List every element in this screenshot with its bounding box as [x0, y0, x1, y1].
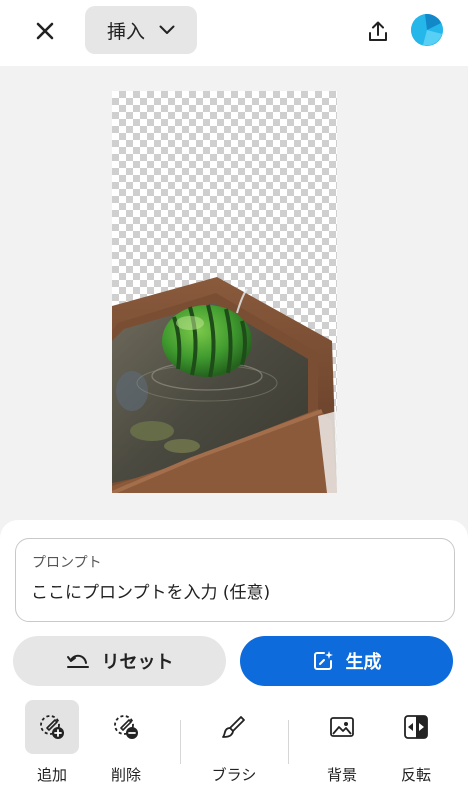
- prompt-input[interactable]: [31, 579, 436, 607]
- bottom-panel: プロンプト リセット 生成 追加: [0, 520, 468, 800]
- image-icon: [330, 717, 354, 737]
- tool-brush-label: ブラシ: [211, 766, 257, 784]
- sparkle-generate-icon: [313, 651, 333, 670]
- brush-icon: [222, 716, 245, 738]
- brush-remove-icon: [114, 715, 138, 739]
- chevron-down-icon: [159, 25, 175, 34]
- toolbar-divider: [288, 720, 289, 764]
- share-icon: [369, 21, 387, 41]
- avatar[interactable]: [411, 14, 443, 46]
- tool-background[interactable]: 背景: [314, 700, 370, 786]
- tool-invert-label: 反転: [400, 766, 431, 784]
- tool-remove-label: 削除: [110, 766, 141, 784]
- close-icon: [36, 22, 54, 40]
- tool-background-label: 背景: [326, 766, 357, 784]
- mode-dropdown[interactable]: 挿入: [85, 6, 197, 54]
- share-button[interactable]: [364, 18, 392, 46]
- prompt-label: プロンプト: [32, 555, 102, 571]
- tool-add[interactable]: 追加: [24, 700, 80, 786]
- generate-label: 生成: [345, 652, 382, 673]
- avatar-icon: [411, 14, 443, 46]
- top-bar: 挿入: [0, 0, 468, 66]
- tool-add-icon-wrap: [25, 700, 79, 754]
- tool-brush[interactable]: ブラシ: [206, 700, 262, 786]
- brush-add-icon: [40, 715, 64, 739]
- tool-remove-icon-wrap: [99, 700, 153, 754]
- canvas-area[interactable]: [0, 66, 468, 536]
- reset-button[interactable]: リセット: [13, 636, 226, 686]
- close-button[interactable]: [30, 16, 60, 46]
- toolbar-divider: [180, 720, 181, 764]
- prompt-box[interactable]: プロンプト: [15, 538, 455, 622]
- tool-background-icon-wrap: [315, 700, 369, 754]
- invert-icon: [404, 715, 428, 739]
- tool-invert[interactable]: 反転: [388, 700, 444, 786]
- generate-button[interactable]: 生成: [240, 636, 453, 686]
- tool-add-label: 追加: [36, 766, 67, 784]
- watermelon-photo: [112, 277, 337, 493]
- mode-label: 挿入: [106, 20, 145, 43]
- reset-label: リセット: [101, 652, 174, 673]
- tool-remove[interactable]: 削除: [98, 700, 154, 786]
- tool-brush-icon-wrap: [207, 700, 261, 754]
- tool-invert-icon-wrap: [389, 700, 443, 754]
- image-preview[interactable]: [112, 91, 337, 493]
- undo-icon: [66, 654, 89, 668]
